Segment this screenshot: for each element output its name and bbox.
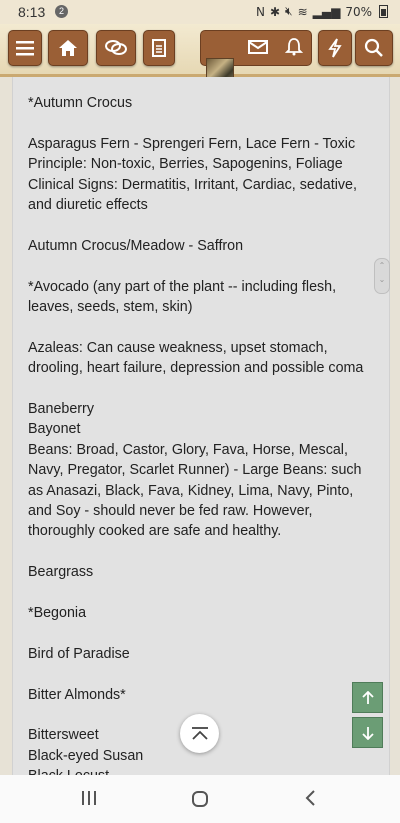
- back-icon: [305, 790, 315, 806]
- list-item: Azaleas: Can cause weakness, upset stoma…: [28, 339, 364, 377]
- list-item: Beargrass: [28, 564, 94, 581]
- list-item: Baneberry: [28, 401, 94, 418]
- home-nav-button[interactable]: [190, 789, 210, 814]
- status-time: 8:13: [18, 4, 46, 20]
- signal-icon: ▂▄▆: [312, 4, 341, 19]
- list-item: Bayonet: [28, 421, 81, 438]
- scroll-to-top-button[interactable]: [180, 714, 219, 753]
- home-circle-icon: [192, 791, 208, 807]
- post-body: *Autumn Crocus Asparagus Fern - Sprenger…: [13, 77, 389, 775]
- chat-icon: [105, 40, 127, 55]
- nfc-icon: N: [255, 4, 265, 19]
- scrollbar-handle[interactable]: ⌃ ⌄: [374, 258, 390, 294]
- list-item: *Avocado (any part of the plant -- inclu…: [28, 278, 337, 316]
- status-icons: N ✱ 🔇︎ ≋ ▂▄▆ 70%: [256, 4, 388, 19]
- notification-count-badge: 2: [55, 5, 68, 18]
- wifi-icon: ≋: [297, 4, 308, 19]
- menu-icon: [16, 41, 34, 56]
- arrow-up-icon: [361, 690, 374, 704]
- list-item: Bitter Almonds*: [28, 686, 126, 703]
- battery-percent: 70%: [345, 4, 372, 19]
- arrow-down-icon: [361, 726, 374, 740]
- app-header: [0, 24, 400, 86]
- document-icon: [152, 39, 166, 57]
- list-item: Black Locust: [28, 766, 373, 775]
- list-item: Beans: Broad, Castor, Glory, Fava, Horse…: [28, 441, 362, 540]
- post-content: *Autumn Crocus Asparagus Fern - Sprenger…: [12, 77, 390, 775]
- list-item: *Autumn Crocus: [28, 95, 133, 111]
- scroll-up-button[interactable]: [352, 682, 383, 713]
- search-icon: [364, 38, 383, 57]
- menu-button[interactable]: [8, 30, 42, 66]
- lightning-icon: [328, 38, 342, 58]
- system-nav-bar: [0, 775, 400, 823]
- mail-icon: [248, 40, 268, 54]
- home-button[interactable]: [48, 30, 88, 66]
- status-bar: 8:13 2 N ✱ 🔇︎ ≋ ▂▄▆ 70%: [0, 0, 400, 24]
- list-item: Autumn Crocus/Meadow - Saffron: [28, 237, 244, 254]
- bell-icon: [285, 38, 303, 56]
- home-icon: [59, 40, 77, 56]
- notifications-button[interactable]: [278, 30, 310, 64]
- list-item: Bird of Paradise: [28, 645, 130, 662]
- chat-button[interactable]: [96, 30, 136, 66]
- battery-icon: [379, 5, 388, 18]
- mute-icon: 🔇︎: [285, 4, 293, 18]
- list-item: *Begonia: [28, 605, 87, 622]
- back-button[interactable]: [303, 789, 317, 812]
- bluetooth-icon: ✱: [269, 4, 281, 19]
- chevron-up-icon: [191, 726, 208, 740]
- recent-apps-button[interactable]: [80, 789, 98, 812]
- search-button[interactable]: [355, 30, 393, 66]
- list-item: Asparagus Fern - Sprengeri Fern, Lace Fe…: [28, 135, 357, 214]
- document-button[interactable]: [143, 30, 175, 66]
- activity-button[interactable]: [318, 30, 352, 66]
- mail-button[interactable]: [242, 30, 274, 64]
- scroll-down-button[interactable]: [352, 717, 383, 748]
- recent-apps-icon: [82, 791, 96, 805]
